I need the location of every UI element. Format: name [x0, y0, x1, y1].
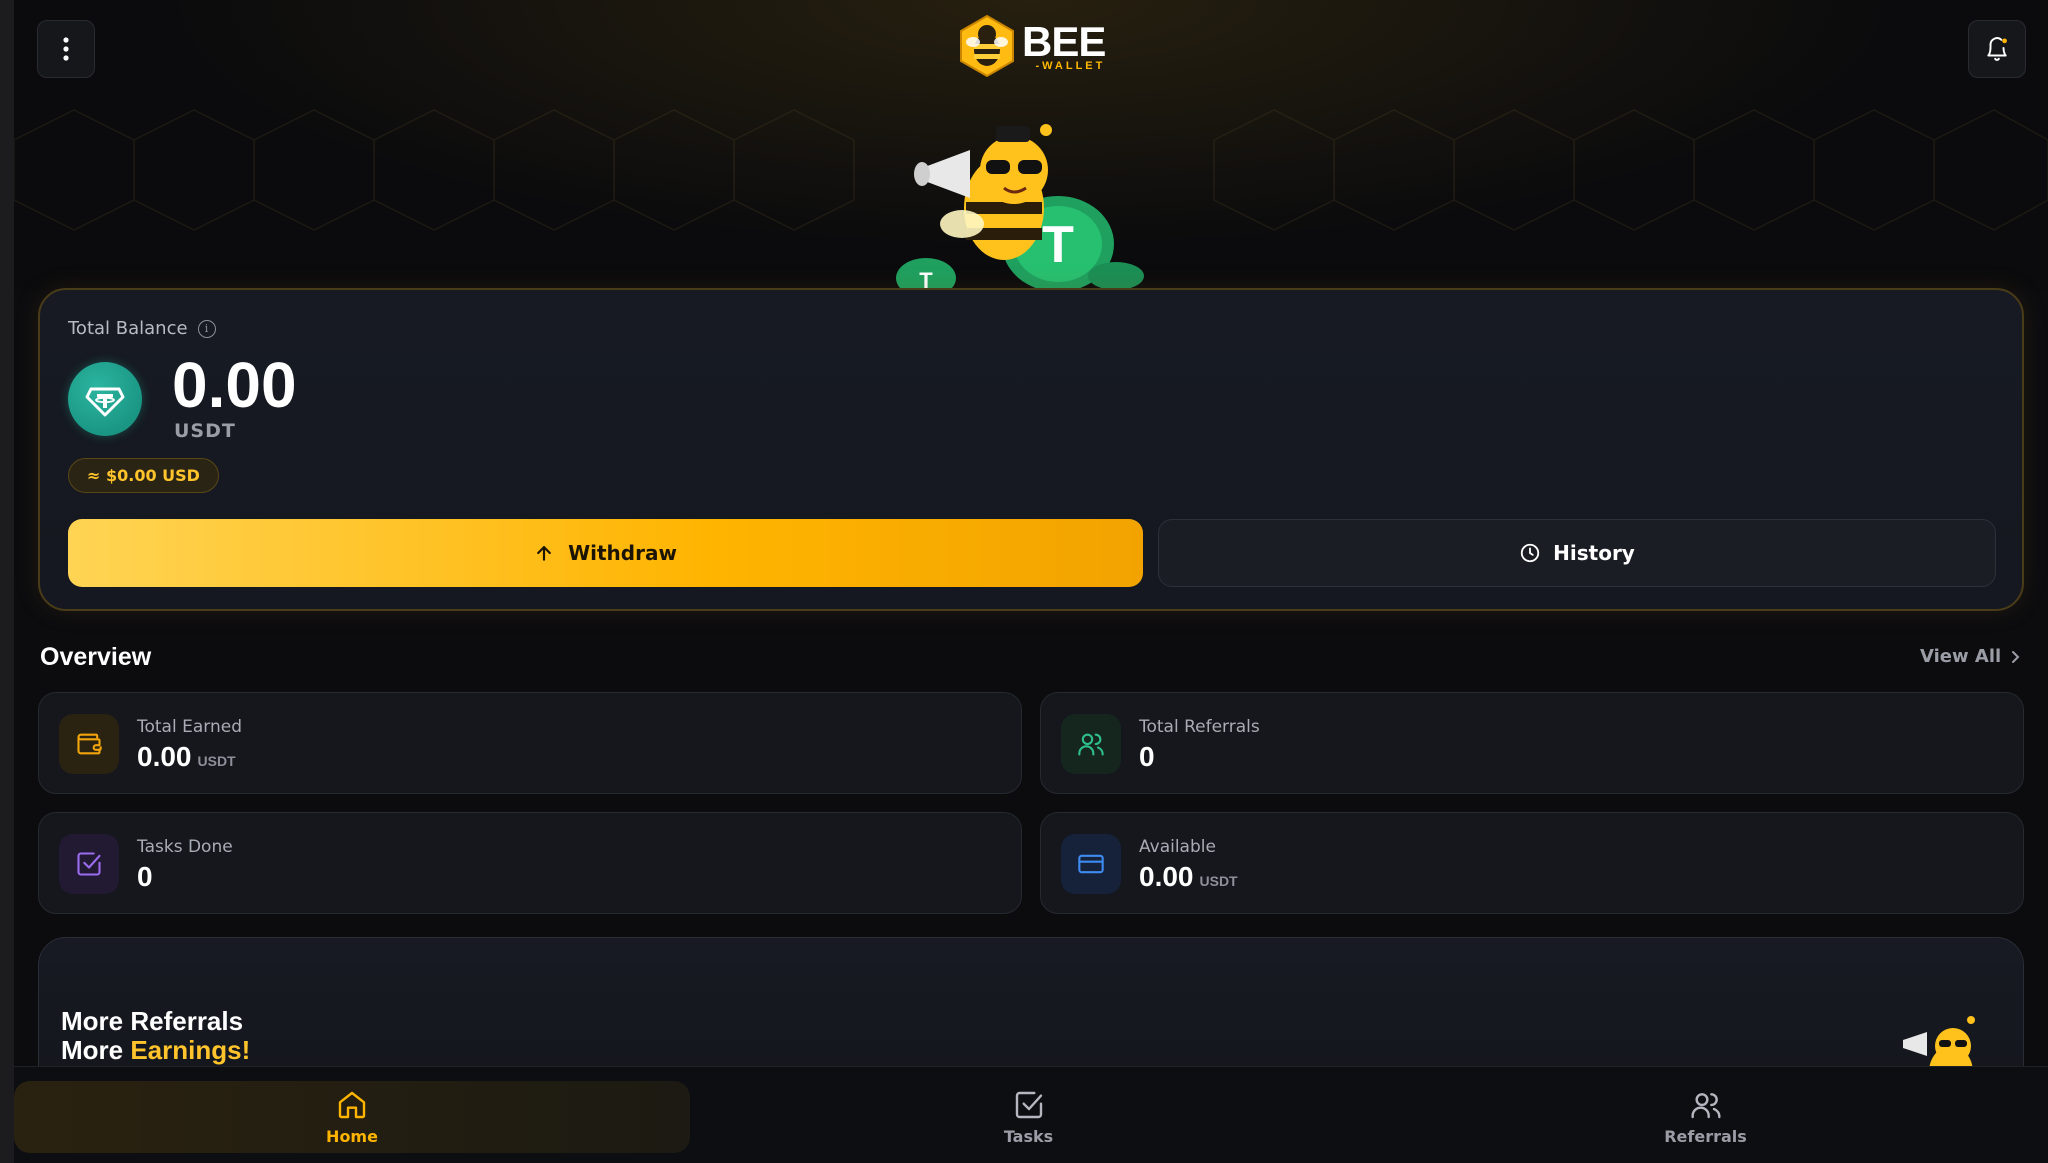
check-square-icon — [59, 834, 119, 894]
stat-value: 0.00 USDT — [137, 741, 236, 773]
stat-number: 0 — [137, 861, 153, 892]
wallet-icon — [59, 714, 119, 774]
bottom-navigation: Home Tasks Referrals — [14, 1066, 2048, 1163]
nav-tasks[interactable]: Tasks — [690, 1081, 1367, 1153]
stat-label: Tasks Done — [137, 837, 233, 857]
logo-subtitle: -WALLET — [1035, 59, 1106, 72]
balance-card: Total Balance i 0.00 USDT ≈ $0.00 USD Wi… — [38, 288, 2024, 611]
logo-title: BEE — [1022, 17, 1106, 65]
stat-unit: USDT — [1199, 873, 1238, 889]
users-icon — [1061, 714, 1121, 774]
stat-value: 0 — [1139, 741, 1155, 773]
promo-accent: Earnings! — [130, 1035, 251, 1065]
credit-card-icon — [1061, 834, 1121, 894]
stat-number: 0.00 — [1139, 861, 1194, 892]
bell-icon — [1987, 37, 2007, 61]
withdraw-button[interactable]: Withdraw — [68, 519, 1143, 587]
bee-mascot-illustration: T T — [896, 124, 1144, 288]
stat-label: Total Referrals — [1139, 717, 1260, 737]
history-label: History — [1553, 541, 1635, 565]
view-all-label: View All — [1920, 646, 2002, 667]
chevron-right-icon — [2012, 650, 2020, 663]
balance-label-row: Total Balance i — [68, 318, 216, 339]
balance-currency: USDT — [174, 420, 236, 442]
nav-tasks-label: Tasks — [1003, 1126, 1054, 1146]
svg-text:T: T — [919, 268, 933, 288]
usd-equivalent-badge: ≈ $0.00 USD — [68, 458, 219, 493]
history-button[interactable]: History — [1158, 519, 1996, 587]
stat-label: Available — [1139, 837, 1216, 857]
app-logo: BEE -WALLET — [958, 14, 1106, 78]
view-all-link[interactable]: View All — [1920, 646, 2021, 667]
users-icon — [1690, 1092, 1721, 1118]
promo-prefix: More — [61, 1035, 131, 1065]
bee-logo-icon — [960, 14, 1014, 78]
stat-number: 0.00 — [137, 741, 192, 772]
stat-card-total-referrals[interactable]: Total Referrals 0 — [1040, 692, 2024, 794]
usdt-token-icon — [68, 362, 142, 436]
stat-number: 0 — [1139, 741, 1155, 772]
stat-card-tasks-done[interactable]: Tasks Done 0 — [38, 812, 1022, 914]
check-square-icon — [1015, 1091, 1042, 1118]
svg-text:T: T — [1042, 216, 1074, 274]
arrow-up-icon — [537, 546, 551, 561]
app-screen: BEE -WALLET T T Total Balance i 0.00 USD… — [14, 0, 2048, 1163]
withdraw-label: Withdraw — [568, 541, 677, 565]
nav-home-label: Home — [326, 1126, 378, 1146]
total-balance-label: Total Balance — [68, 318, 188, 339]
home-icon — [338, 1091, 366, 1118]
stat-value: 0.00 USDT — [1139, 861, 1238, 893]
nav-referrals[interactable]: Referrals — [1367, 1081, 2044, 1153]
more-vertical-icon — [63, 37, 69, 61]
window-edge — [0, 0, 14, 1163]
stat-card-total-earned[interactable]: Total Earned 0.00 USDT — [38, 692, 1022, 794]
menu-button[interactable] — [37, 20, 95, 78]
stat-card-available[interactable]: Available 0.00 USDT — [1040, 812, 2024, 914]
clock-icon — [1520, 543, 1540, 563]
stat-value: 0 — [137, 861, 153, 893]
info-icon[interactable]: i — [197, 319, 216, 338]
nav-home[interactable]: Home — [14, 1081, 690, 1153]
nav-referrals-label: Referrals — [1664, 1126, 1747, 1146]
promo-subheadline: More Earnings! — [61, 1035, 250, 1066]
stat-label: Total Earned — [137, 717, 242, 737]
stat-unit: USDT — [197, 753, 236, 769]
balance-amount: 0.00 — [172, 349, 297, 421]
notifications-button[interactable] — [1968, 20, 2026, 78]
promo-headline: More Referrals — [61, 1006, 244, 1036]
overview-title: Overview — [40, 643, 152, 671]
